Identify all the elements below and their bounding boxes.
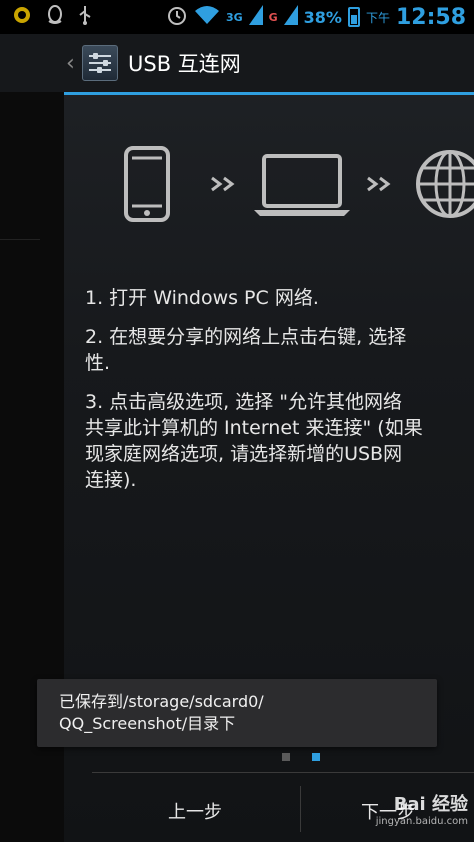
- page-title: USB 互连网: [128, 52, 241, 76]
- status-time: 12:58: [395, 4, 466, 30]
- action-bar-divider: [64, 92, 474, 95]
- previous-button[interactable]: 上一步: [92, 786, 298, 836]
- toast-line-1: 已保存到/storage/sdcard0/: [59, 692, 264, 711]
- action-bar: ‹ USB 互连网: [0, 34, 474, 92]
- signal-3g-icon: [248, 5, 263, 29]
- arrow-icon: [211, 176, 235, 192]
- network-3g-label: 3G: [225, 10, 243, 24]
- alarm-icon: [166, 4, 188, 30]
- battery-icon: [347, 7, 360, 27]
- phone-icon: [124, 146, 170, 222]
- network-g-label: G: [268, 10, 278, 24]
- signal-g-icon: [283, 5, 298, 29]
- screenshot-saved-toast: 已保存到/storage/sdcard0/ QQ_Screenshot/目录下: [37, 679, 437, 747]
- instructions: 1. 打开 Windows PC 网络. 2. 在想要分享的网络上点击右键, 选…: [85, 285, 474, 506]
- arrow-icon: [367, 176, 391, 192]
- laptop-icon: [254, 154, 350, 216]
- instruction-step-3: 3. 点击高级选项, 选择 "允许其他网络 共享此计算机的 Internet 来…: [85, 391, 423, 491]
- button-bar-divider: [92, 772, 474, 773]
- instruction-step-1: 1. 打开 Windows PC 网络.: [85, 287, 319, 309]
- up-navigation-icon[interactable]: ‹: [66, 51, 78, 76]
- button-separator: [300, 786, 301, 832]
- battery-percent: 38%: [303, 7, 342, 27]
- instruction-step-2: 2. 在想要分享的网络上点击右键, 选择 性.: [85, 326, 407, 374]
- settings-app-icon[interactable]: [82, 45, 118, 81]
- connection-illustration: [120, 144, 474, 224]
- page-indicator-2: [312, 753, 320, 761]
- status-bar: 3G G 38% 下午 12:58: [0, 0, 474, 34]
- page-indicator-1: [282, 753, 290, 761]
- baidu-watermark: Bai 经验 jingyan.baidu.com: [375, 794, 468, 827]
- wifi-icon: [194, 5, 220, 29]
- android-debug-icon: [12, 5, 32, 29]
- usb-icon: [78, 5, 92, 29]
- globe-icon: [416, 150, 474, 218]
- qq-icon: [46, 5, 64, 29]
- status-ampm: 下午: [365, 10, 390, 25]
- toast-line-2: QQ_Screenshot/目录下: [59, 714, 236, 733]
